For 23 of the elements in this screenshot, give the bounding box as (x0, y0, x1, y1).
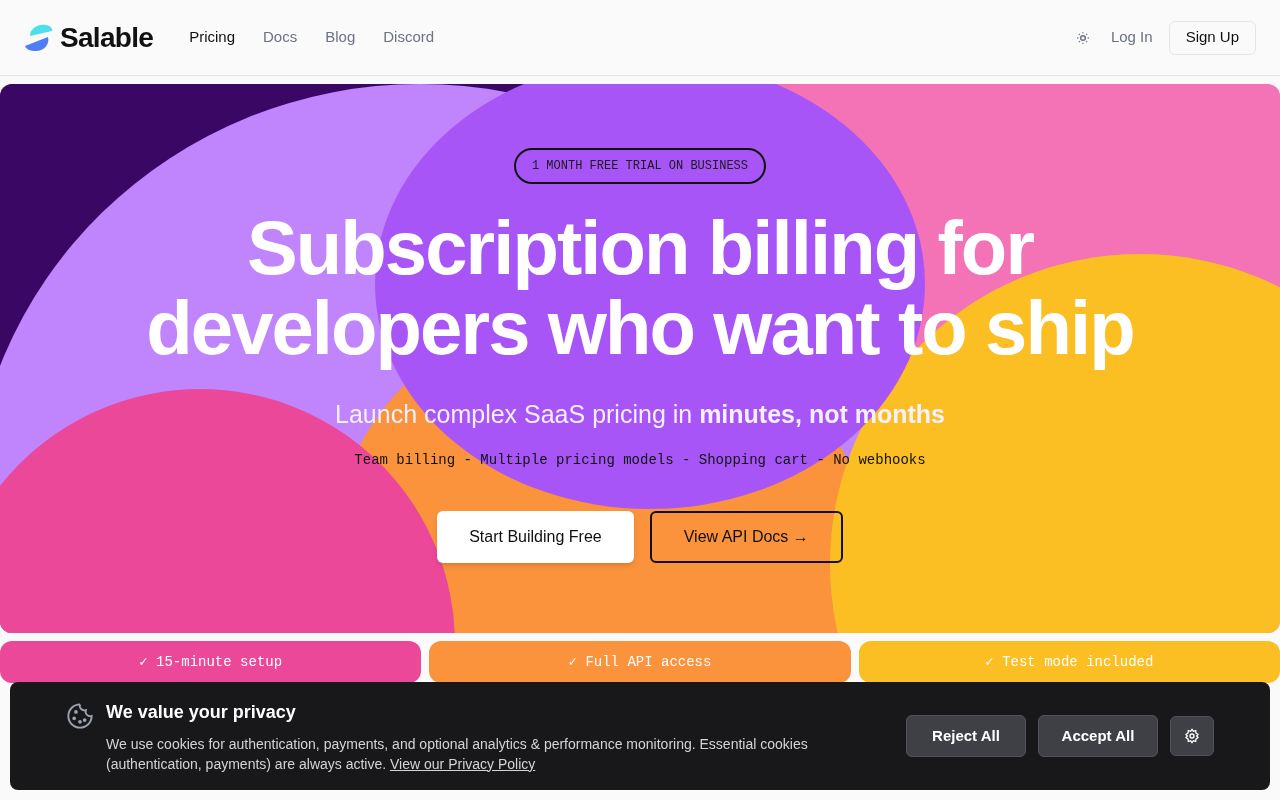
signup-button[interactable]: Sign Up (1168, 20, 1256, 55)
accept-all-button[interactable]: Accept All (1038, 715, 1158, 757)
logo-icon (24, 23, 54, 52)
settings-button[interactable] (1170, 716, 1214, 756)
api-docs-button[interactable]: View API Docs → (649, 510, 843, 563)
settings-icon (1184, 728, 1200, 744)
nav-link[interactable]: Docs (263, 26, 298, 49)
nav-link[interactable]: Pricing (189, 26, 235, 49)
trial-badge: 1 MONTH FREE TRIAL ON BUSINESS (513, 148, 766, 184)
login-link[interactable]: Log In (1106, 26, 1157, 49)
brand-name[interactable]: Salable (60, 16, 154, 59)
highlight-pill: ✓ 15-minute setup (0, 641, 422, 683)
highlight-pill: ✓ Test mode included (858, 641, 1280, 683)
privacy-policy-link[interactable]: View our Privacy Policy (390, 755, 536, 772)
highlight-pill: ✓ Full API access (429, 641, 851, 683)
cookie-text: We use cookies for authentication, payments, and optional analytics & performance monitoring. Essential cookies (authentication, payments) are always active. View our Privacy Policy (106, 734, 809, 774)
reject-all-button[interactable]: Reject All (906, 715, 1026, 757)
cookie-icon (66, 702, 94, 730)
features-line: Team billing - Multiple pricing models - Shopping cart - No webhooks (354, 450, 926, 470)
cookie-title: We value your privacy (106, 700, 297, 724)
nav-link[interactable]: Blog (325, 26, 356, 49)
nav-link[interactable]: Discord (383, 26, 435, 49)
start-building-button[interactable]: Start Building Free (437, 510, 634, 563)
